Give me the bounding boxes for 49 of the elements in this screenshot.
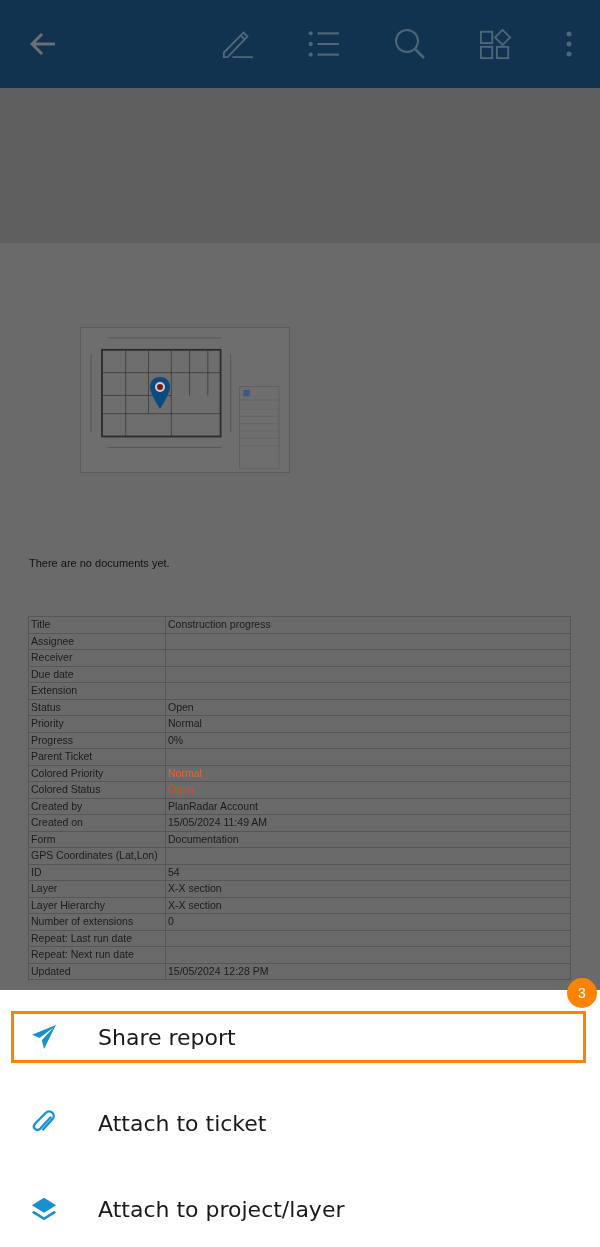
list-icon[interactable] bbox=[308, 28, 340, 60]
search-icon[interactable] bbox=[394, 28, 426, 60]
table-cell: Open bbox=[165, 781, 571, 798]
table-cell: Parent Ticket bbox=[28, 748, 166, 765]
table-cell: Assignee bbox=[28, 633, 166, 650]
table-cell: Open bbox=[165, 699, 571, 716]
back-icon[interactable] bbox=[30, 32, 56, 56]
menu-item[interactable]: Attach to project/layer bbox=[11, 1183, 586, 1235]
table-cell: Construction progress bbox=[165, 616, 571, 633]
table-cell: Priority bbox=[28, 715, 166, 732]
table-cell: Documentation bbox=[165, 831, 571, 848]
table-cell: ID bbox=[28, 864, 166, 881]
table-cell: 15/05/2024 11:49 AM bbox=[165, 814, 571, 831]
table-cell: 54 bbox=[165, 864, 571, 881]
table-cell: Title bbox=[28, 616, 166, 633]
map-pin-icon bbox=[150, 377, 170, 409]
table-cell: Progress bbox=[28, 732, 166, 749]
table-cell: Layer Hierarchy bbox=[28, 897, 166, 914]
layers-icon bbox=[31, 1196, 57, 1222]
table-cell: Normal bbox=[165, 715, 571, 732]
table-cell: Receiver bbox=[28, 649, 166, 666]
empty-documents-message: There are no documents yet. bbox=[29, 557, 171, 569]
table-cell: 0 bbox=[165, 913, 571, 930]
table-cell: Repeat: Next run date bbox=[28, 946, 166, 963]
menu-item[interactable]: Share report bbox=[11, 1011, 586, 1063]
table-cell: 15/05/2024 12:28 PM bbox=[165, 963, 571, 980]
table-cell: Updated bbox=[28, 963, 166, 980]
table-cell: 0% bbox=[165, 732, 571, 749]
table-cell: Due date bbox=[28, 666, 166, 683]
paper-plane-icon bbox=[31, 1024, 57, 1050]
more-icon[interactable] bbox=[566, 31, 572, 57]
step-badge: 3 bbox=[567, 978, 597, 1008]
table-cell: X-X section bbox=[165, 880, 571, 897]
table-cell: Layer bbox=[28, 880, 166, 897]
table-cell: Number of extensions bbox=[28, 913, 166, 930]
table-cell: X-X section bbox=[165, 897, 571, 914]
table-cell: Status bbox=[28, 699, 166, 716]
table-cell: Extension bbox=[28, 682, 166, 699]
table-cell: Created on bbox=[28, 814, 166, 831]
table-cell: GPS Coordinates (Lat,Lon) bbox=[28, 847, 166, 864]
table-cell: Normal bbox=[165, 765, 571, 782]
table-cell: Colored Priority bbox=[28, 765, 166, 782]
table-cell: Created by bbox=[28, 798, 166, 815]
table-cell: Colored Status bbox=[28, 781, 166, 798]
table-cell: Repeat: Last run date bbox=[28, 930, 166, 947]
table-cell: Form bbox=[28, 831, 166, 848]
menu-item[interactable]: Attach to ticket bbox=[11, 1097, 586, 1149]
shapes-icon[interactable] bbox=[480, 28, 512, 60]
table-cell: PlanRadar Account bbox=[165, 798, 571, 815]
